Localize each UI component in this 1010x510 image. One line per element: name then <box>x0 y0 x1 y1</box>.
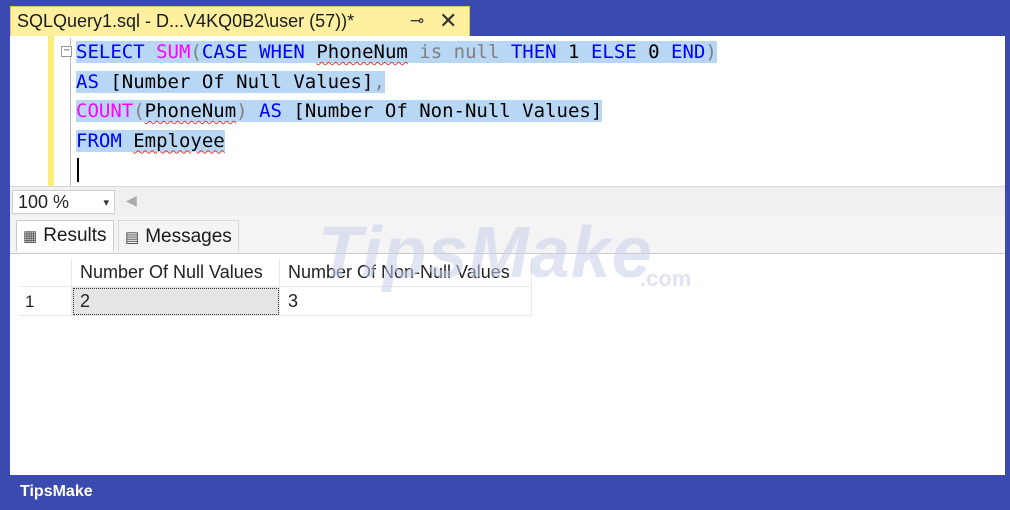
code-token: [Number Of Null Values] <box>98 70 374 93</box>
code-token: ( <box>190 41 202 63</box>
collapse-icon[interactable]: − <box>61 46 72 57</box>
code-token: COUNT <box>76 100 134 122</box>
column-header-non-null-values[interactable]: Number Of Non-Null Values <box>280 258 532 287</box>
code-token: is <box>419 41 443 63</box>
tab-messages-label: Messages <box>145 225 232 247</box>
brand-label: TipsMake <box>20 483 93 500</box>
table-row: 1 2 3 <box>20 287 532 316</box>
code-token: null <box>453 41 500 63</box>
code-token: PhoneNum <box>144 100 237 122</box>
query-tab[interactable]: SQLQuery1.sql - D...V4KQ0B2\user (57))* … <box>10 6 470 36</box>
messages-icon: ▤ <box>125 228 140 246</box>
selected-text: SELECT SUM(CASE WHEN PhoneNum is null TH… <box>76 41 717 63</box>
app-frame: SQLQuery1.sql - D...V4KQ0B2\user (57))* … <box>0 0 1010 510</box>
grid-header-row: Number Of Null Values Number Of Non-Null… <box>20 258 532 287</box>
grid-icon: ▦ <box>23 228 38 245</box>
zoom-bar: 100 % ▾ ◀ <box>10 186 1005 217</box>
close-icon[interactable]: ✕ <box>439 8 457 34</box>
text-caret <box>77 158 79 182</box>
pin-icon[interactable]: ⊸ <box>410 11 424 31</box>
code-token: CASE <box>201 41 248 63</box>
sql-editor[interactable]: − SELECT SUM(CASE WHEN PhoneNum is null … <box>10 36 1005 186</box>
code-line-3: COUNT(PhoneNum) AS [Number Of Non-Null V… <box>76 97 717 127</box>
selected-text: COUNT(PhoneNum) AS [Number Of Non-Null V… <box>76 100 603 122</box>
scroll-left-icon[interactable]: ◀ <box>126 192 137 209</box>
zoom-value: 100 % <box>18 191 70 212</box>
code-token: AS <box>259 100 282 122</box>
tab-results[interactable]: ▦ Results <box>16 220 114 252</box>
results-tab-strip: ▦ Results ▤ Messages <box>10 216 1005 254</box>
results-pane: ▦ Results ▤ Messages Number Of Null Valu… <box>10 216 1005 475</box>
code-token: Employee <box>133 129 225 152</box>
code-token: ) <box>705 41 717 63</box>
code-token: , <box>373 70 385 93</box>
code-token: 1 <box>556 41 591 63</box>
cell-non-null-values[interactable]: 3 <box>280 287 532 316</box>
chevron-down-icon: ▾ <box>103 196 109 209</box>
code-token: 0 <box>636 41 672 63</box>
code-token: [Number Of Non-Null Values] <box>281 100 603 122</box>
code-token: ) <box>236 100 248 122</box>
code-token: WHEN <box>259 41 305 63</box>
code-token: PhoneNum <box>316 41 408 63</box>
code-lines: SELECT SUM(CASE WHEN PhoneNum is null TH… <box>76 38 717 156</box>
code-line-1: SELECT SUM(CASE WHEN PhoneNum is null TH… <box>76 38 717 68</box>
change-tracking-margin <box>48 36 54 186</box>
code-token: SUM <box>156 41 191 63</box>
code-token: AS <box>76 70 99 93</box>
footer-bar: TipsMake <box>0 475 1010 510</box>
code-line-2: AS [Number Of Null Values], <box>76 68 717 98</box>
code-line-4: FROM Employee <box>76 127 717 157</box>
code-token: ( <box>133 100 145 122</box>
column-header-null-values[interactable]: Number Of Null Values <box>72 258 280 287</box>
outlining-line <box>70 38 71 186</box>
selected-text: FROM Employee <box>76 129 225 152</box>
cell-null-values[interactable]: 2 <box>72 287 280 316</box>
tab-results-label: Results <box>43 225 107 246</box>
code-token: ELSE <box>590 41 637 63</box>
code-token: SELECT <box>76 41 145 63</box>
code-token: END <box>671 41 706 63</box>
code-token: FROM <box>76 129 122 152</box>
code-token: THEN <box>510 41 557 63</box>
query-tab-title: SQLQuery1.sql - D...V4KQ0B2\user (57))* <box>17 11 355 31</box>
row-number[interactable]: 1 <box>20 287 72 316</box>
document-tab-strip: SQLQuery1.sql - D...V4KQ0B2\user (57))* … <box>0 4 1010 36</box>
selected-text: AS [Number Of Null Values], <box>76 70 385 93</box>
grid-corner[interactable] <box>20 258 72 287</box>
zoom-dropdown[interactable]: 100 % ▾ <box>12 190 115 214</box>
tab-messages[interactable]: ▤ Messages <box>118 220 239 252</box>
